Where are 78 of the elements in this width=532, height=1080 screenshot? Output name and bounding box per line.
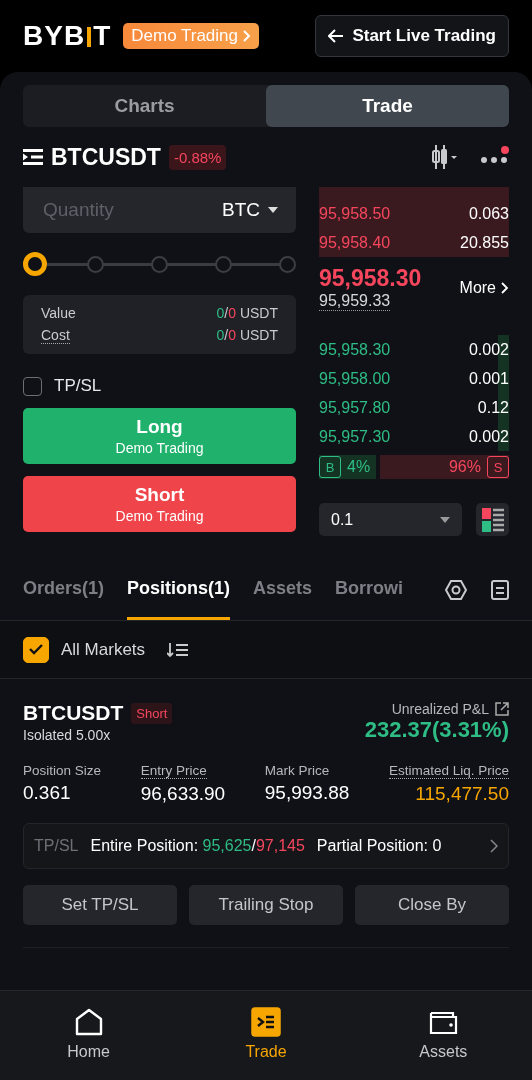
position-action-button[interactable]: Set TP/SL [23,885,177,925]
slider-step[interactable] [215,255,232,273]
tpsl-checkbox[interactable] [23,376,42,396]
settings-icon[interactable] [445,579,467,601]
symbol-name[interactable]: BTCUSDT [51,143,161,171]
summary-value: 0/0 USDT [216,327,278,344]
field-value: 95,993.88 [264,782,350,804]
slider-step[interactable] [87,255,104,273]
positions-tab[interactable]: Borrowi [335,536,404,620]
bid-row[interactable]: 95,957.80 0.12 [319,393,509,422]
sell-ratio-bar: 96% S [380,455,509,479]
price-change: -0.88% [168,144,227,170]
nav-item[interactable]: Assets [354,991,532,1080]
chevron-right-icon [501,282,509,294]
summary-label: Value [41,305,76,321]
field-label: Estimated Liq. Price [388,763,509,779]
positions-tab[interactable]: Assets [253,536,313,620]
mark-price: 95,959.33 [319,292,391,311]
caret-icon [440,516,450,523]
positions-tab[interactable]: Orders(1) [23,536,105,620]
ask-size: 20.855 [460,233,509,252]
slider-step[interactable] [279,255,296,273]
start-live-trading-button[interactable]: Start Live Trading [315,15,509,57]
unrealized-pnl: 232.37(3.31%) [364,717,509,743]
ask-price[interactable]: 95,958.40 [319,233,391,252]
sort-icon[interactable] [167,641,190,658]
caret-icon [268,207,278,213]
nav-item[interactable]: Trade [177,991,355,1080]
view-tab[interactable]: Charts [23,85,266,127]
field-value: 96,633.90 [140,783,226,805]
more-link[interactable]: More [459,279,509,297]
tpsl-label: TP/SL [34,837,79,855]
tpsl-row[interactable]: TP/SL Entire Position: 95,625/97,145 Partial Position: 0 [23,823,509,869]
summary-label: Cost [41,327,70,344]
candlestick-icon[interactable] [431,145,459,169]
checkbox-label: TP/SL [54,376,102,396]
order-book-layout-icon [481,507,504,532]
ask-size: 0.063 [468,204,509,223]
all-markets-checkbox[interactable] [23,636,49,663]
ask-price[interactable]: 95,958.50 [319,204,391,223]
bid-row[interactable]: 95,958.00 0.001 [319,364,509,393]
summary-value: 0/0 USDT [216,305,278,321]
field-label: Mark Price [264,763,330,778]
share-icon[interactable] [495,702,509,716]
logo: BYB T [23,22,112,50]
checkbox-label: All Markets [61,639,146,660]
entire-position-text: Entire Position: 95,625/97,145 [90,837,305,855]
field-value: 0.361 [23,782,72,804]
bid-row[interactable]: 95,957.30 0.002 [319,422,509,451]
bid-row[interactable]: 95,958.30 0.002 [319,335,509,364]
menu-icon[interactable] [23,149,43,165]
nav-item[interactable]: Home [0,991,178,1080]
slider-step[interactable] [151,255,168,273]
precision-dropdown[interactable]: 0.1 [319,503,462,536]
chevron-right-icon [490,839,498,853]
position-symbol: BTCUSDT [23,701,124,725]
side-tag: Short [131,702,173,724]
document-icon[interactable] [491,580,509,600]
position-action-button[interactable]: Close By [355,885,509,925]
field-label: Position Size [23,763,102,778]
buy-ratio-bar: B 4% [319,455,376,479]
pnl-label: Unrealized P&L [391,701,489,717]
field-label: Entry Price [140,763,207,779]
margin-mode: Isolated 5.00x [23,727,112,743]
checkmark-icon [29,644,43,655]
field-value: 115,477.50 [415,783,509,805]
slider-thumb[interactable] [23,252,47,276]
view-tab[interactable]: Trade [266,85,509,127]
chevron-right-icon [242,29,251,43]
trade-icon [251,1007,281,1037]
short-button[interactable]: Short Demo Trading [23,476,296,532]
unit-dropdown[interactable]: BTC [222,199,278,221]
layout-button[interactable] [476,503,509,536]
partial-position-text: Partial Position: 0 [316,837,442,855]
position-action-button[interactable]: Trailing Stop [189,885,343,925]
home-icon [73,1007,104,1037]
arrow-left-icon [328,29,345,43]
last-price: 95,958.30 [319,265,422,292]
